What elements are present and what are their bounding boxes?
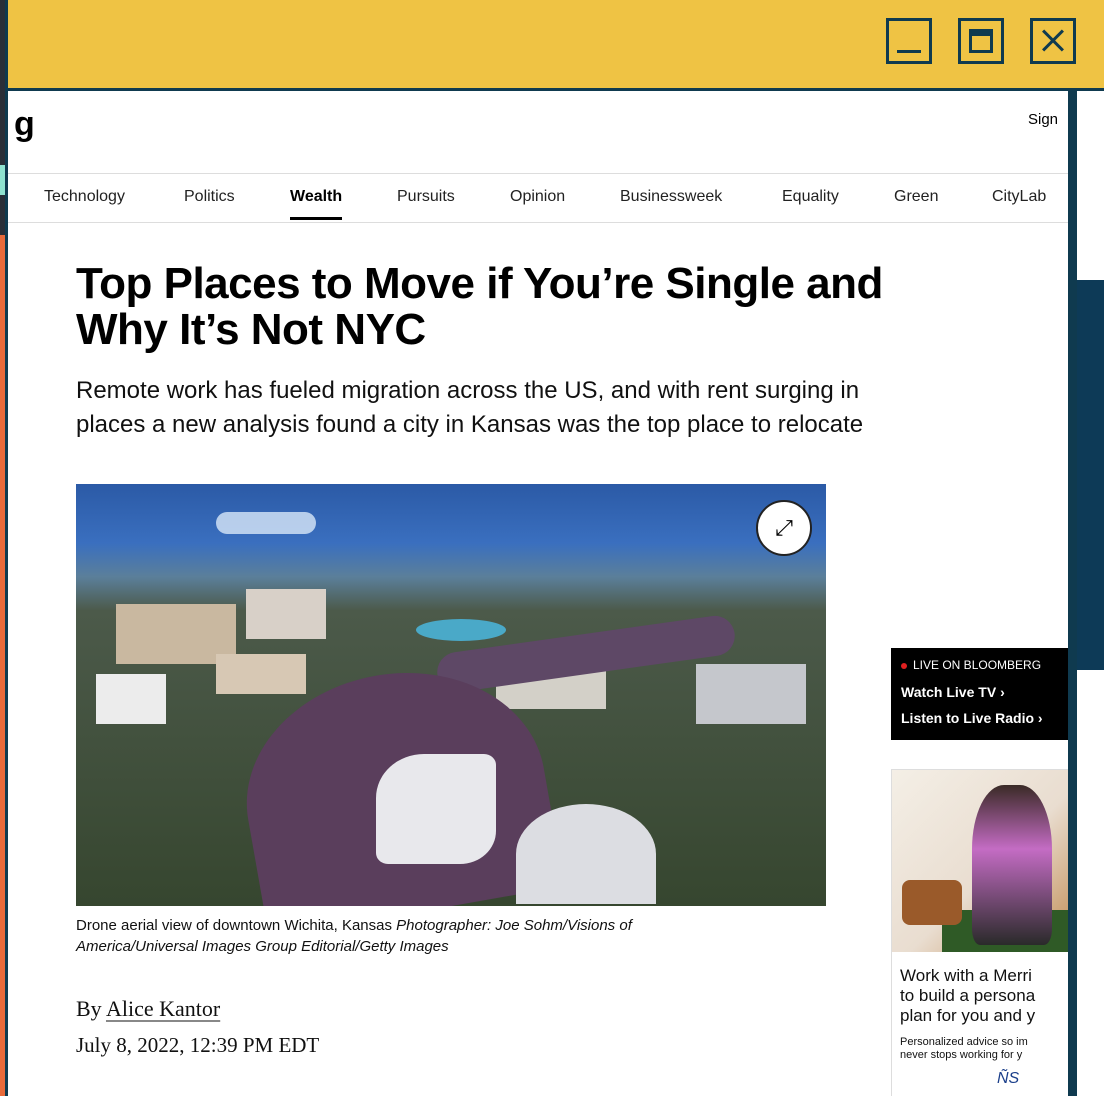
live-on-bloomberg-box: LIVE ON BLOOMBERG Watch Live TV › Listen… [891, 648, 1068, 740]
publish-date: July 8, 2022, 12:39 PM EDT [76, 1033, 320, 1057]
chevron-right-icon: › [1037, 710, 1043, 726]
maximize-icon[interactable] [958, 18, 1004, 64]
live-dot-icon [901, 662, 907, 669]
watch-live-tv-link[interactable]: Watch Live TV › [901, 684, 1005, 700]
ad-handbag-shape [902, 880, 962, 925]
ad-headline-line: plan for you and y [900, 1006, 1036, 1025]
building-shape [216, 654, 306, 694]
dek-line-2: places a new analysis found a city in Ka… [76, 411, 864, 438]
nav-item-politics[interactable]: Politics [184, 188, 235, 206]
section-nav: Technology Politics Wealth Pursuits Opin… [8, 173, 1068, 223]
museum-shape [376, 754, 496, 864]
building-shape [246, 589, 326, 639]
ad-subtext-line: never stops working for y [900, 1049, 1023, 1061]
nav-item-pursuits[interactable]: Pursuits [397, 188, 455, 206]
live-tag: LIVE ON BLOOMBERG [901, 658, 1041, 672]
listen-live-radio-link[interactable]: Listen to Live Radio › [901, 710, 1043, 726]
ad-subtext: Personalized advice so im never stops wo… [900, 1036, 1068, 1062]
site-logo[interactable]: g [14, 105, 35, 144]
building-shape [96, 674, 166, 724]
ad-headline-line: Work with a Merri [900, 966, 1032, 985]
window-titlebar[interactable] [8, 0, 1104, 91]
arena-dome-shape [416, 619, 506, 641]
building-shape [696, 664, 806, 724]
minimize-icon[interactable] [886, 18, 932, 64]
browser-window: g Sign Technology Politics Wealth Pursui… [8, 0, 1104, 1096]
nav-item-green[interactable]: Green [894, 188, 938, 206]
byline: By Alice Kantor [76, 996, 220, 1022]
expand-icon[interactable]: ⤢ [756, 500, 812, 556]
advertisement[interactable]: Work with a Merri to build a persona pla… [891, 769, 1068, 1096]
chevron-right-icon: › [1000, 684, 1005, 700]
ad-person-shape [972, 785, 1052, 945]
window-inner-border [1068, 91, 1074, 1096]
dek-line-1: Remote work has fueled migration across … [76, 377, 860, 404]
ad-logo: ÑS [997, 1070, 1020, 1087]
web-page: g Sign Technology Politics Wealth Pursui… [8, 91, 1068, 1096]
nav-item-opinion[interactable]: Opinion [510, 188, 565, 206]
ad-headline-line: to build a persona [900, 986, 1036, 1005]
cloud-shape [216, 512, 316, 534]
museum-shape [516, 804, 656, 904]
hero-image[interactable]: ⤢ [76, 484, 826, 906]
author-link[interactable]: Alice Kantor [106, 996, 220, 1021]
nav-item-businessweek[interactable]: Businessweek [620, 188, 722, 206]
sign-in-link[interactable]: Sign [1028, 111, 1058, 128]
nav-item-technology[interactable]: Technology [44, 188, 125, 206]
image-caption: Drone aerial view of downtown Wichita, K… [76, 915, 796, 957]
nav-item-wealth[interactable]: Wealth [290, 188, 343, 220]
headline-line-2: Why It’s Not NYC [76, 305, 426, 354]
caption-text: Drone aerial view of downtown Wichita, K… [76, 917, 392, 934]
caption-credit-line-2: America/Universal Images Group Editorial… [76, 938, 449, 955]
headline-line-1: Top Places to Move if You’re Single and [76, 259, 883, 308]
close-icon[interactable] [1030, 18, 1076, 64]
article-dek: Remote work has fueled migration across … [76, 374, 1068, 442]
ad-headline: Work with a Merri to build a persona pla… [900, 966, 1068, 1026]
ad-subtext-line: Personalized advice so im [900, 1036, 1028, 1048]
nav-item-citylab[interactable]: CityLab [992, 188, 1046, 206]
byline-prefix: By [76, 996, 102, 1021]
nav-item-equality[interactable]: Equality [782, 188, 839, 206]
article-headline: Top Places to Move if You’re Single and … [76, 261, 1036, 353]
ad-image [892, 770, 1068, 952]
caption-credit-line-1: Photographer: Joe Sohm/Visions of [396, 917, 632, 934]
